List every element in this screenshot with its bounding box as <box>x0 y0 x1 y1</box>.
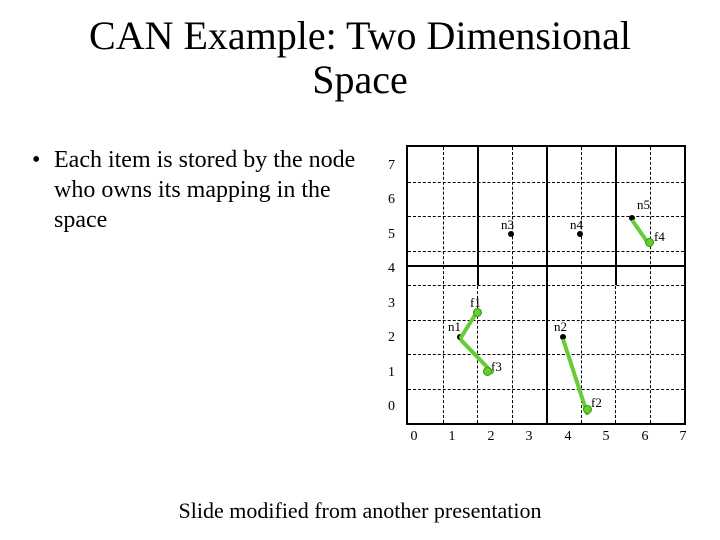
bullet-list: Each item is stored by the node who owns… <box>28 145 358 235</box>
x-tick-2: 2 <box>488 429 495 445</box>
x-tick-0: 0 <box>411 429 418 445</box>
item-f3 <box>483 367 492 376</box>
x-tick-5: 5 <box>603 429 610 445</box>
label-f2: f2 <box>591 395 602 411</box>
x-tick-4: 4 <box>565 429 572 445</box>
y-tick-1: 1 <box>388 365 395 381</box>
link-n2-f2 <box>561 338 590 415</box>
partition-v-2 <box>477 147 479 285</box>
slide: CAN Example: Two Dimensional Space Each … <box>0 0 720 540</box>
y-tick-5: 5 <box>388 227 395 243</box>
item-f1 <box>473 308 482 317</box>
partition-v-4 <box>546 147 548 423</box>
x-tick-3: 3 <box>526 429 533 445</box>
y-tick-4: 4 <box>388 261 395 277</box>
y-tick-7: 7 <box>388 158 395 174</box>
x-tick-6: 6 <box>642 429 649 445</box>
x-tick-1: 1 <box>449 429 456 445</box>
partition-v-6 <box>615 147 617 285</box>
can-space-diagram: 0 1 2 3 4 5 6 7 0 1 2 3 4 5 6 7 <box>378 145 686 453</box>
label-n2: n2 <box>554 319 567 335</box>
bullet-item: Each item is stored by the node who owns… <box>50 145 358 235</box>
plot-area: n1 n2 n3 n4 n5 f1 f2 f3 f4 <box>406 145 686 425</box>
slide-title: CAN Example: Two Dimensional Space <box>0 0 720 110</box>
label-n5: n5 <box>637 197 650 213</box>
label-n3: n3 <box>501 217 514 233</box>
x-tick-7: 7 <box>680 429 687 445</box>
y-tick-3: 3 <box>388 296 395 312</box>
y-tick-2: 2 <box>388 330 395 346</box>
item-f4 <box>645 238 654 247</box>
y-tick-6: 6 <box>388 192 395 208</box>
label-f4: f4 <box>654 229 665 245</box>
label-n1: n1 <box>448 319 461 335</box>
item-f2 <box>583 405 592 414</box>
label-n4: n4 <box>570 217 583 233</box>
footer-text: Slide modified from another presentation <box>0 498 720 524</box>
y-tick-0: 0 <box>388 399 395 415</box>
